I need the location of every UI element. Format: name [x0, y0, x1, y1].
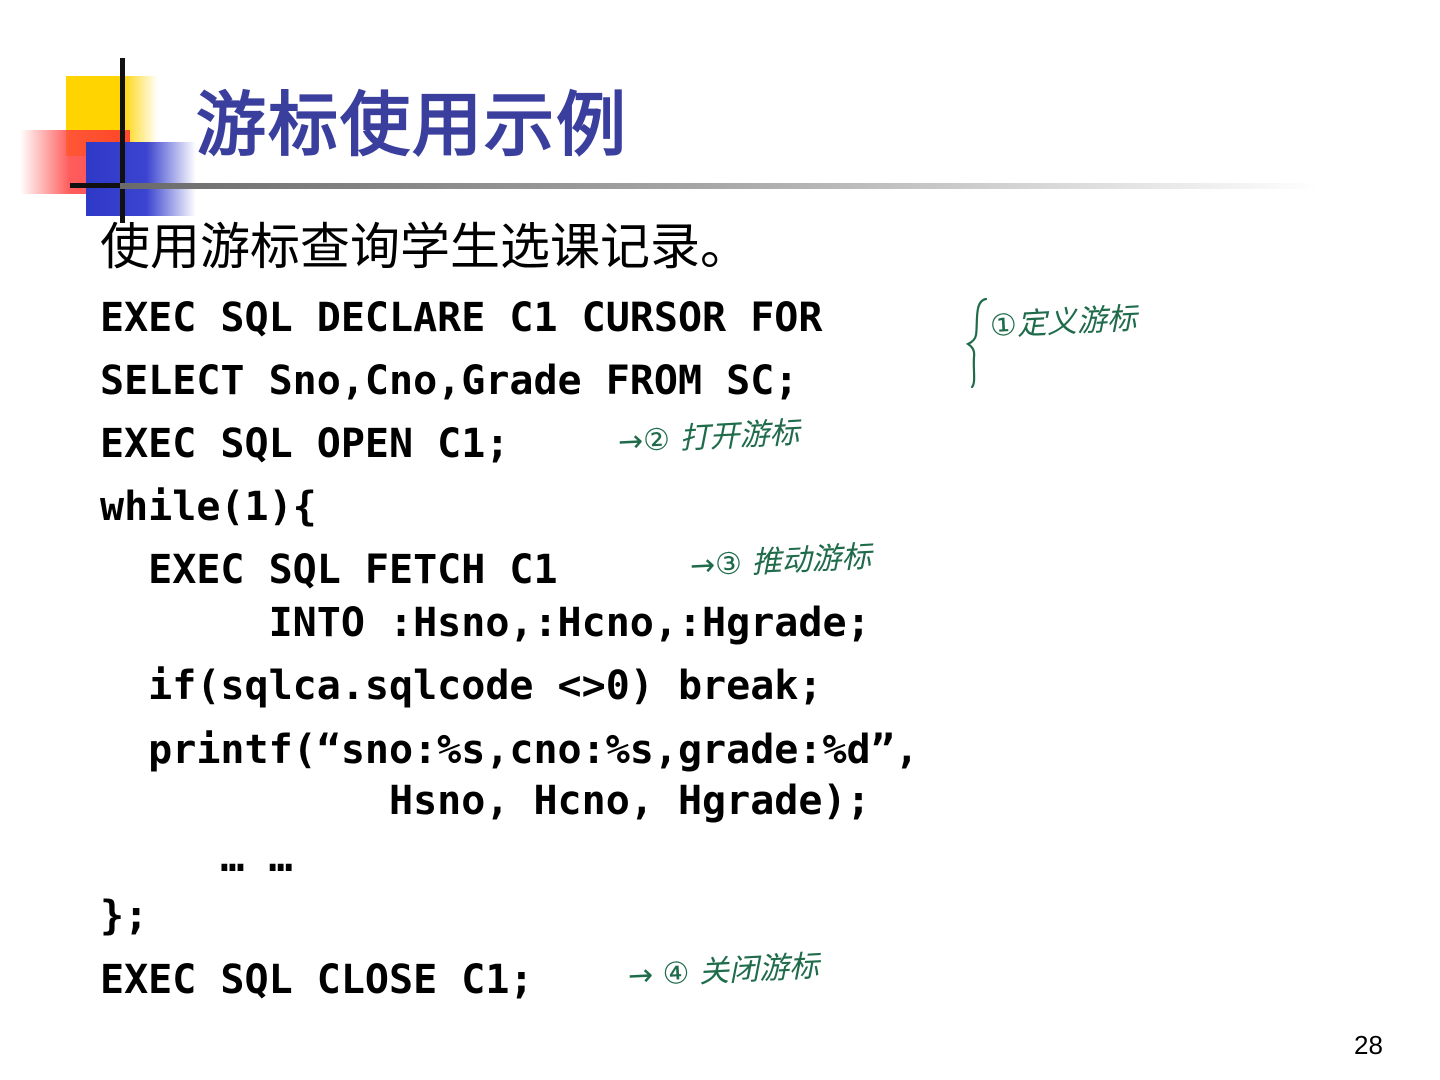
code-line: Hsno, Hcno, Hgrade); — [100, 778, 871, 824]
code-line: SELECT Sno,Cno,Grade FROM SC; — [100, 358, 799, 404]
code-block: EXEC SQL DECLARE C1 CURSOR FOR SELECT Sn… — [0, 0, 1440, 1080]
code-line: EXEC SQL FETCH C1 — [100, 547, 558, 593]
code-line: … … — [100, 835, 293, 881]
code-line: INTO :Hsno,:Hcno,:Hgrade; — [100, 600, 871, 646]
page-number: 28 — [1354, 1030, 1383, 1060]
annotation-declare-cursor: ①定义游标 — [989, 301, 1138, 344]
code-line: printf(“sno:%s,cno:%s,grade:%d”, — [100, 727, 919, 773]
code-line: EXEC SQL CLOSE C1; — [100, 957, 534, 1003]
code-line: EXEC SQL DECLARE C1 CURSOR FOR — [100, 295, 823, 341]
slide: 游标使用示例 使用游标查询学生选课记录。 EXEC SQL DECLARE C1… — [0, 0, 1440, 1080]
code-line: EXEC SQL OPEN C1; — [100, 421, 510, 467]
code-line: while(1){ — [100, 484, 317, 530]
code-line: if(sqlca.sqlcode <>0) break; — [100, 663, 823, 709]
code-line: }; — [100, 893, 149, 939]
